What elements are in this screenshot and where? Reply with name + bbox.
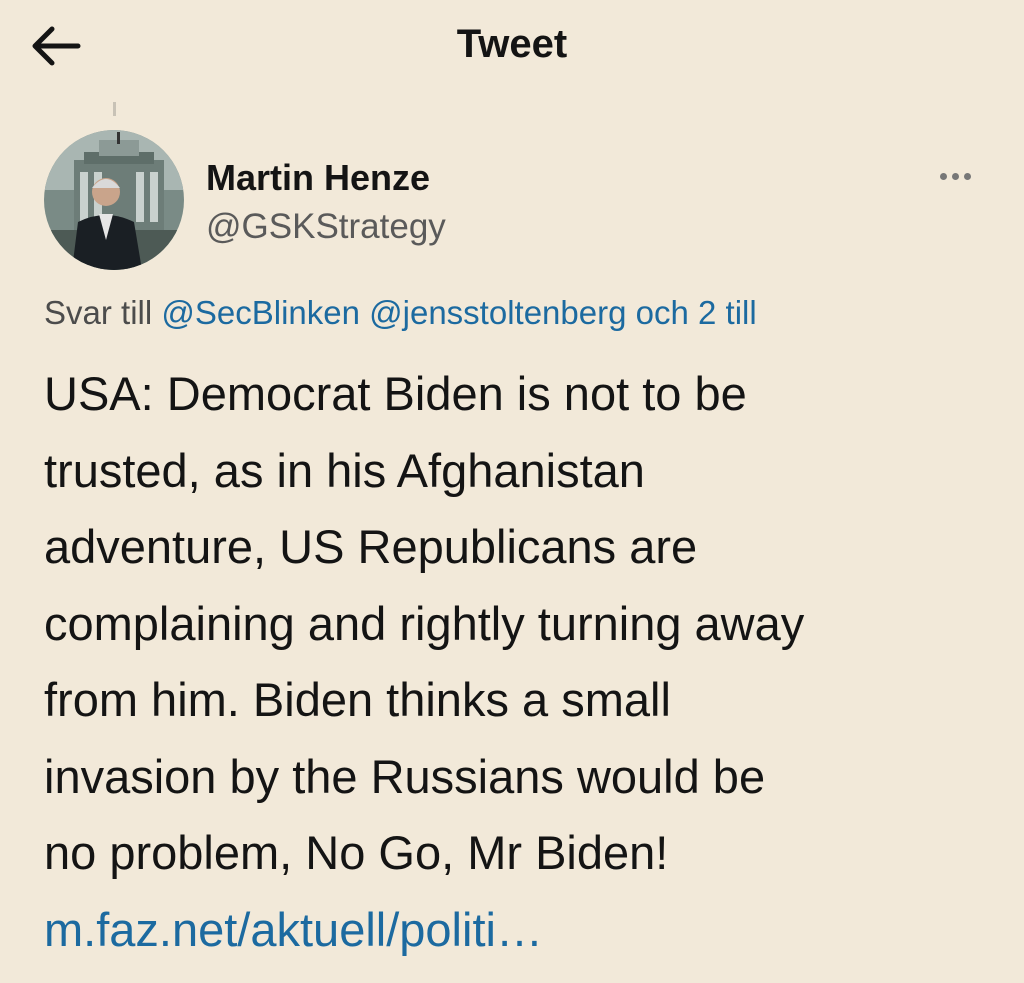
more-horizontal-icon (940, 173, 947, 180)
author-handle: @GSKStrategy (206, 207, 446, 246)
tweet-line: from him. Biden thinks a small (44, 673, 671, 726)
more-horizontal-icon-dot (952, 173, 959, 180)
tweet-line: invasion by the Russians would be (44, 749, 766, 803)
tweet-url-link[interactable]: m.faz.net/aktuell/politi… (44, 895, 543, 965)
thread-connector (113, 102, 116, 116)
tweet-line: adventure, US Republicans are (44, 520, 698, 573)
reply-prefix: Svar till (44, 294, 153, 331)
tweet-line: complaining and rightly turning away (44, 596, 805, 650)
tweet-line: no problem, No Go, Mr Biden! (44, 826, 669, 879)
tweet-line: trusted, as in his Afghanistan (44, 443, 645, 497)
tweet-line: USA: Democrat Biden is not to be (44, 367, 747, 420)
more-options-button[interactable] (932, 160, 980, 192)
more-horizontal-icon-dot (964, 173, 971, 180)
avatar-photo (44, 130, 184, 270)
reply-more-link[interactable]: och 2 till (636, 294, 757, 331)
page-title: Tweet (456, 22, 568, 66)
avatar[interactable] (44, 130, 184, 270)
top-bar: Tweet (0, 0, 1024, 100)
author-name[interactable]: Martin Henze (206, 156, 430, 200)
reply-context: Svar till @SecBlinken @jensstoltenberg o… (44, 291, 757, 335)
tweet-text: USA: Democrat Biden is not to be trusted… (44, 356, 984, 892)
mention-link[interactable]: @SecBlinken (161, 294, 360, 331)
mention-link[interactable]: @jensstoltenberg (369, 294, 626, 331)
